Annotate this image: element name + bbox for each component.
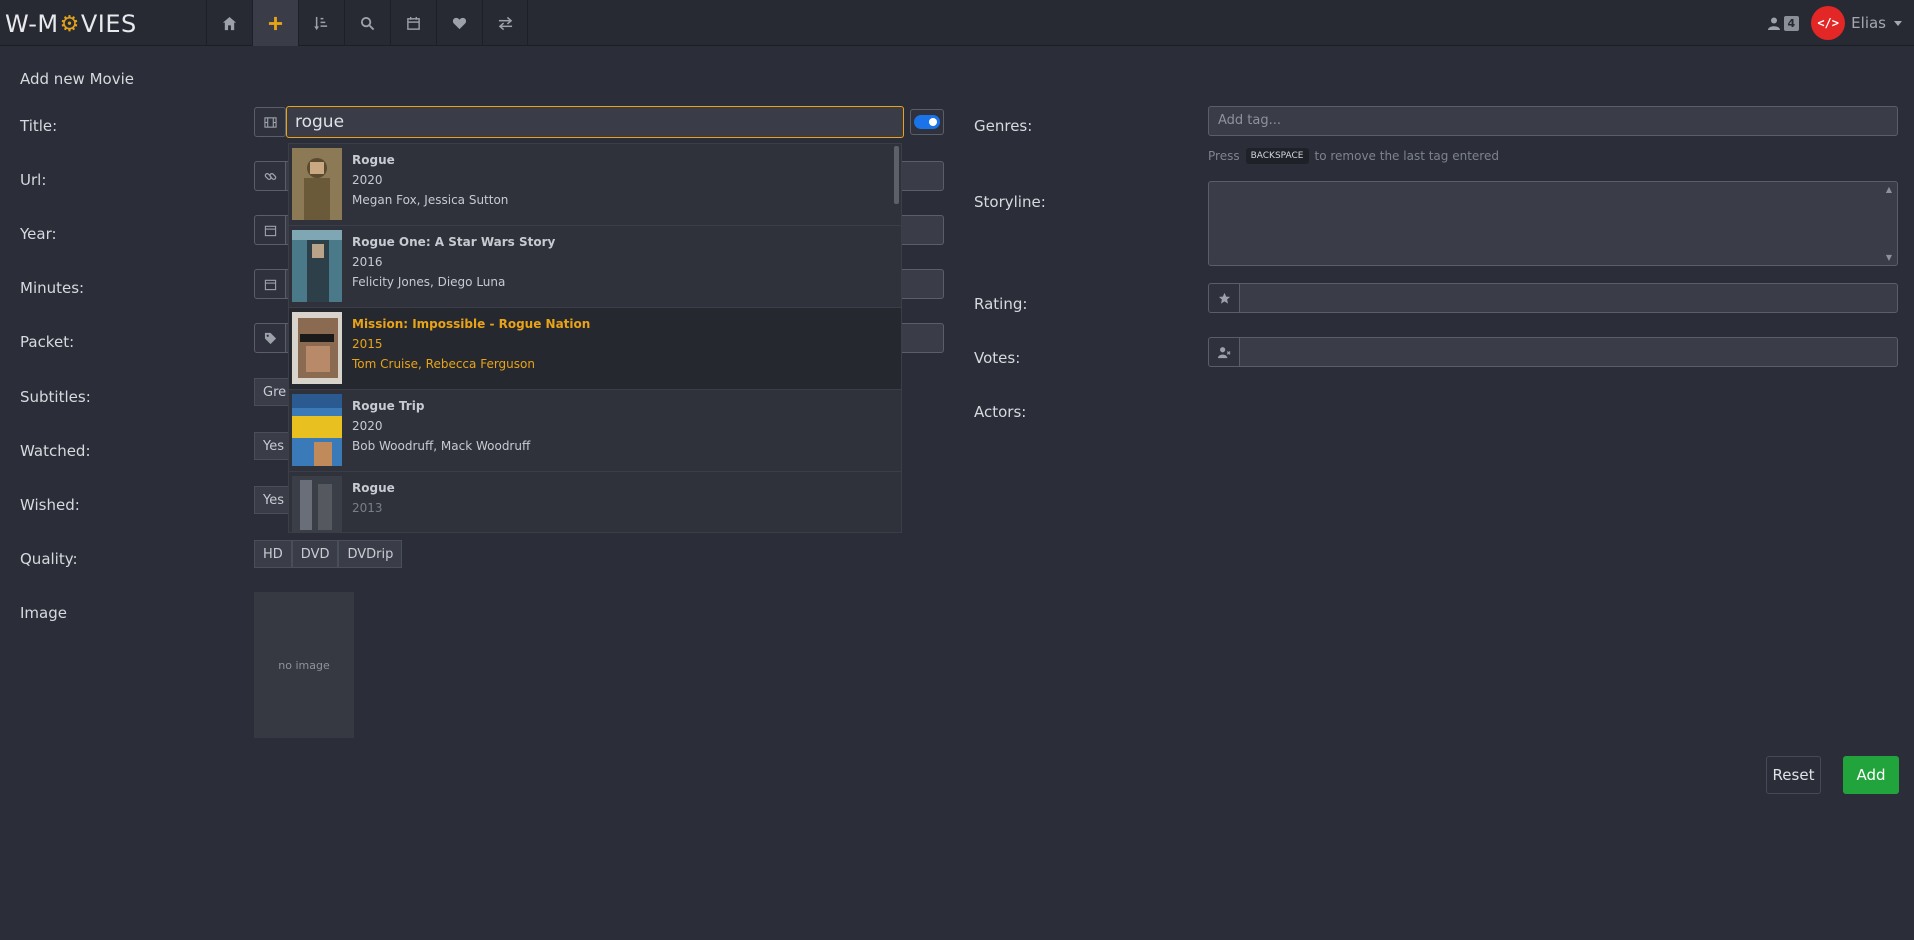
rating-input-group [1208, 283, 1898, 313]
suggestion-actors: Bob Woodruff, Mack Woodruff [352, 439, 531, 453]
suggestion-item[interactable]: Rogue 2013 [289, 472, 901, 532]
suggestion-item[interactable]: Rogue 2020 Megan Fox, Jessica Sutton [289, 144, 901, 226]
suggestion-title: Rogue Trip [352, 399, 425, 413]
tag-icon [254, 323, 286, 353]
suggestion-item-active[interactable]: Mission: Impossible - Rogue Nation 2015 … [289, 308, 901, 390]
votes-label: Votes: [974, 349, 1021, 367]
suggestion-item[interactable]: Rogue Trip 2020 Bob Woodruff, Mack Woodr… [289, 390, 901, 472]
suggestion-year: 2015 [352, 337, 383, 351]
backspace-key: BACKSPACE [1245, 148, 1309, 164]
movie-poster [292, 476, 342, 532]
nav-menu [206, 0, 528, 46]
votes-input-group [1208, 337, 1898, 367]
calendar-icon [254, 269, 286, 299]
chevron-down-icon[interactable] [1894, 20, 1902, 26]
wished-label: Wished: [20, 496, 80, 514]
url-label: Url: [20, 171, 47, 189]
nav-exchange[interactable] [482, 0, 528, 46]
quality-hd-option[interactable]: HD [254, 540, 292, 568]
subtitles-label: Subtitles: [20, 388, 91, 406]
users-count-badge: 4 [1783, 15, 1800, 31]
storyline-label: Storyline: [974, 193, 1046, 211]
user-icon [1767, 17, 1780, 30]
rating-label: Rating: [974, 295, 1028, 313]
heart-icon [452, 17, 467, 29]
top-navbar: W-M ⚙ VIES 4 </> Elias [0, 0, 1914, 46]
autocomplete-toggle[interactable] [910, 109, 944, 135]
page-title: Add new Movie [20, 70, 134, 88]
packet-label: Packet: [20, 333, 75, 351]
votes-input[interactable] [1240, 337, 1898, 367]
home-icon [222, 16, 237, 30]
title-input-group [254, 107, 286, 137]
movie-poster [292, 148, 342, 220]
suggestion-year: 2016 [352, 255, 383, 269]
movie-poster [292, 312, 342, 384]
quality-options: HD DVD DVDrip [254, 540, 403, 568]
dropdown-scrollbar[interactable] [894, 146, 899, 204]
chevron-up-icon[interactable]: ▲ [1886, 185, 1892, 194]
suggestion-title: Rogue One: A Star Wars Story [352, 235, 556, 249]
suggestion-title: Rogue [352, 481, 395, 495]
suggestion-year: 2020 [352, 419, 383, 433]
link-icon [254, 161, 286, 191]
nav-home[interactable] [206, 0, 252, 46]
minutes-label: Minutes: [20, 279, 85, 297]
film-icon [254, 107, 286, 137]
suggestion-title: Rogue [352, 153, 395, 167]
quality-dvd-option[interactable]: DVD [291, 540, 339, 568]
actors-label: Actors: [974, 403, 1027, 421]
search-icon [360, 16, 375, 30]
genres-label: Genres: [974, 117, 1033, 135]
year-label: Year: [20, 225, 57, 243]
nav-add-movie[interactable] [252, 0, 298, 46]
suggestion-actors: Felicity Jones, Diego Luna [352, 275, 506, 289]
suggestion-title: Mission: Impossible - Rogue Nation [352, 317, 591, 331]
calendar-icon [254, 215, 286, 245]
genres-tag-input[interactable]: Add tag... [1208, 106, 1898, 136]
nav-sort[interactable] [298, 0, 344, 46]
watched-label: Watched: [20, 442, 91, 460]
suggestion-actors: Megan Fox, Jessica Sutton [352, 193, 509, 207]
nav-calendar[interactable] [390, 0, 436, 46]
calendar-icon [407, 16, 420, 30]
avatar[interactable]: </> [1811, 6, 1846, 40]
suggestion-year: 2020 [352, 173, 383, 187]
tag-hint: Press BACKSPACE to remove the last tag e… [1208, 148, 1499, 164]
reset-button[interactable]: Reset [1766, 756, 1821, 794]
sort-icon [314, 16, 328, 30]
movie-poster [292, 394, 342, 466]
chevron-down-icon[interactable]: ▼ [1886, 253, 1892, 262]
rating-input[interactable] [1240, 283, 1898, 313]
title-input[interactable]: rogue [286, 106, 904, 138]
add-button[interactable]: Add [1843, 756, 1899, 794]
quality-label: Quality: [20, 550, 78, 568]
storyline-textarea[interactable]: ▲ ▼ [1208, 181, 1898, 266]
user-name[interactable]: Elias [1851, 14, 1886, 32]
suggestion-year: 2013 [352, 501, 383, 515]
movie-poster [292, 230, 342, 302]
nav-wishlist[interactable] [436, 0, 482, 46]
suggestion-actors: Tom Cruise, Rebecca Ferguson [352, 357, 535, 371]
gear-icon: ⚙ [59, 11, 80, 37]
brand-logo[interactable]: W-M ⚙ VIES [5, 10, 137, 38]
exchange-icon [498, 16, 512, 30]
star-icon [1208, 283, 1240, 313]
image-placeholder[interactable]: no image [254, 592, 354, 738]
users-counter[interactable]: 4 [1767, 15, 1800, 31]
nav-search[interactable] [344, 0, 390, 46]
title-label: Title: [20, 117, 58, 135]
quality-dvdrip-option[interactable]: DVDrip [338, 540, 403, 568]
title-suggestions-dropdown: Rogue 2020 Megan Fox, Jessica Sutton Rog… [288, 143, 902, 533]
suggestion-item[interactable]: Rogue One: A Star Wars Story 2016 Felici… [289, 226, 901, 308]
image-label: Image [20, 604, 67, 622]
user-times-icon [1208, 337, 1240, 367]
plus-icon [268, 16, 283, 30]
